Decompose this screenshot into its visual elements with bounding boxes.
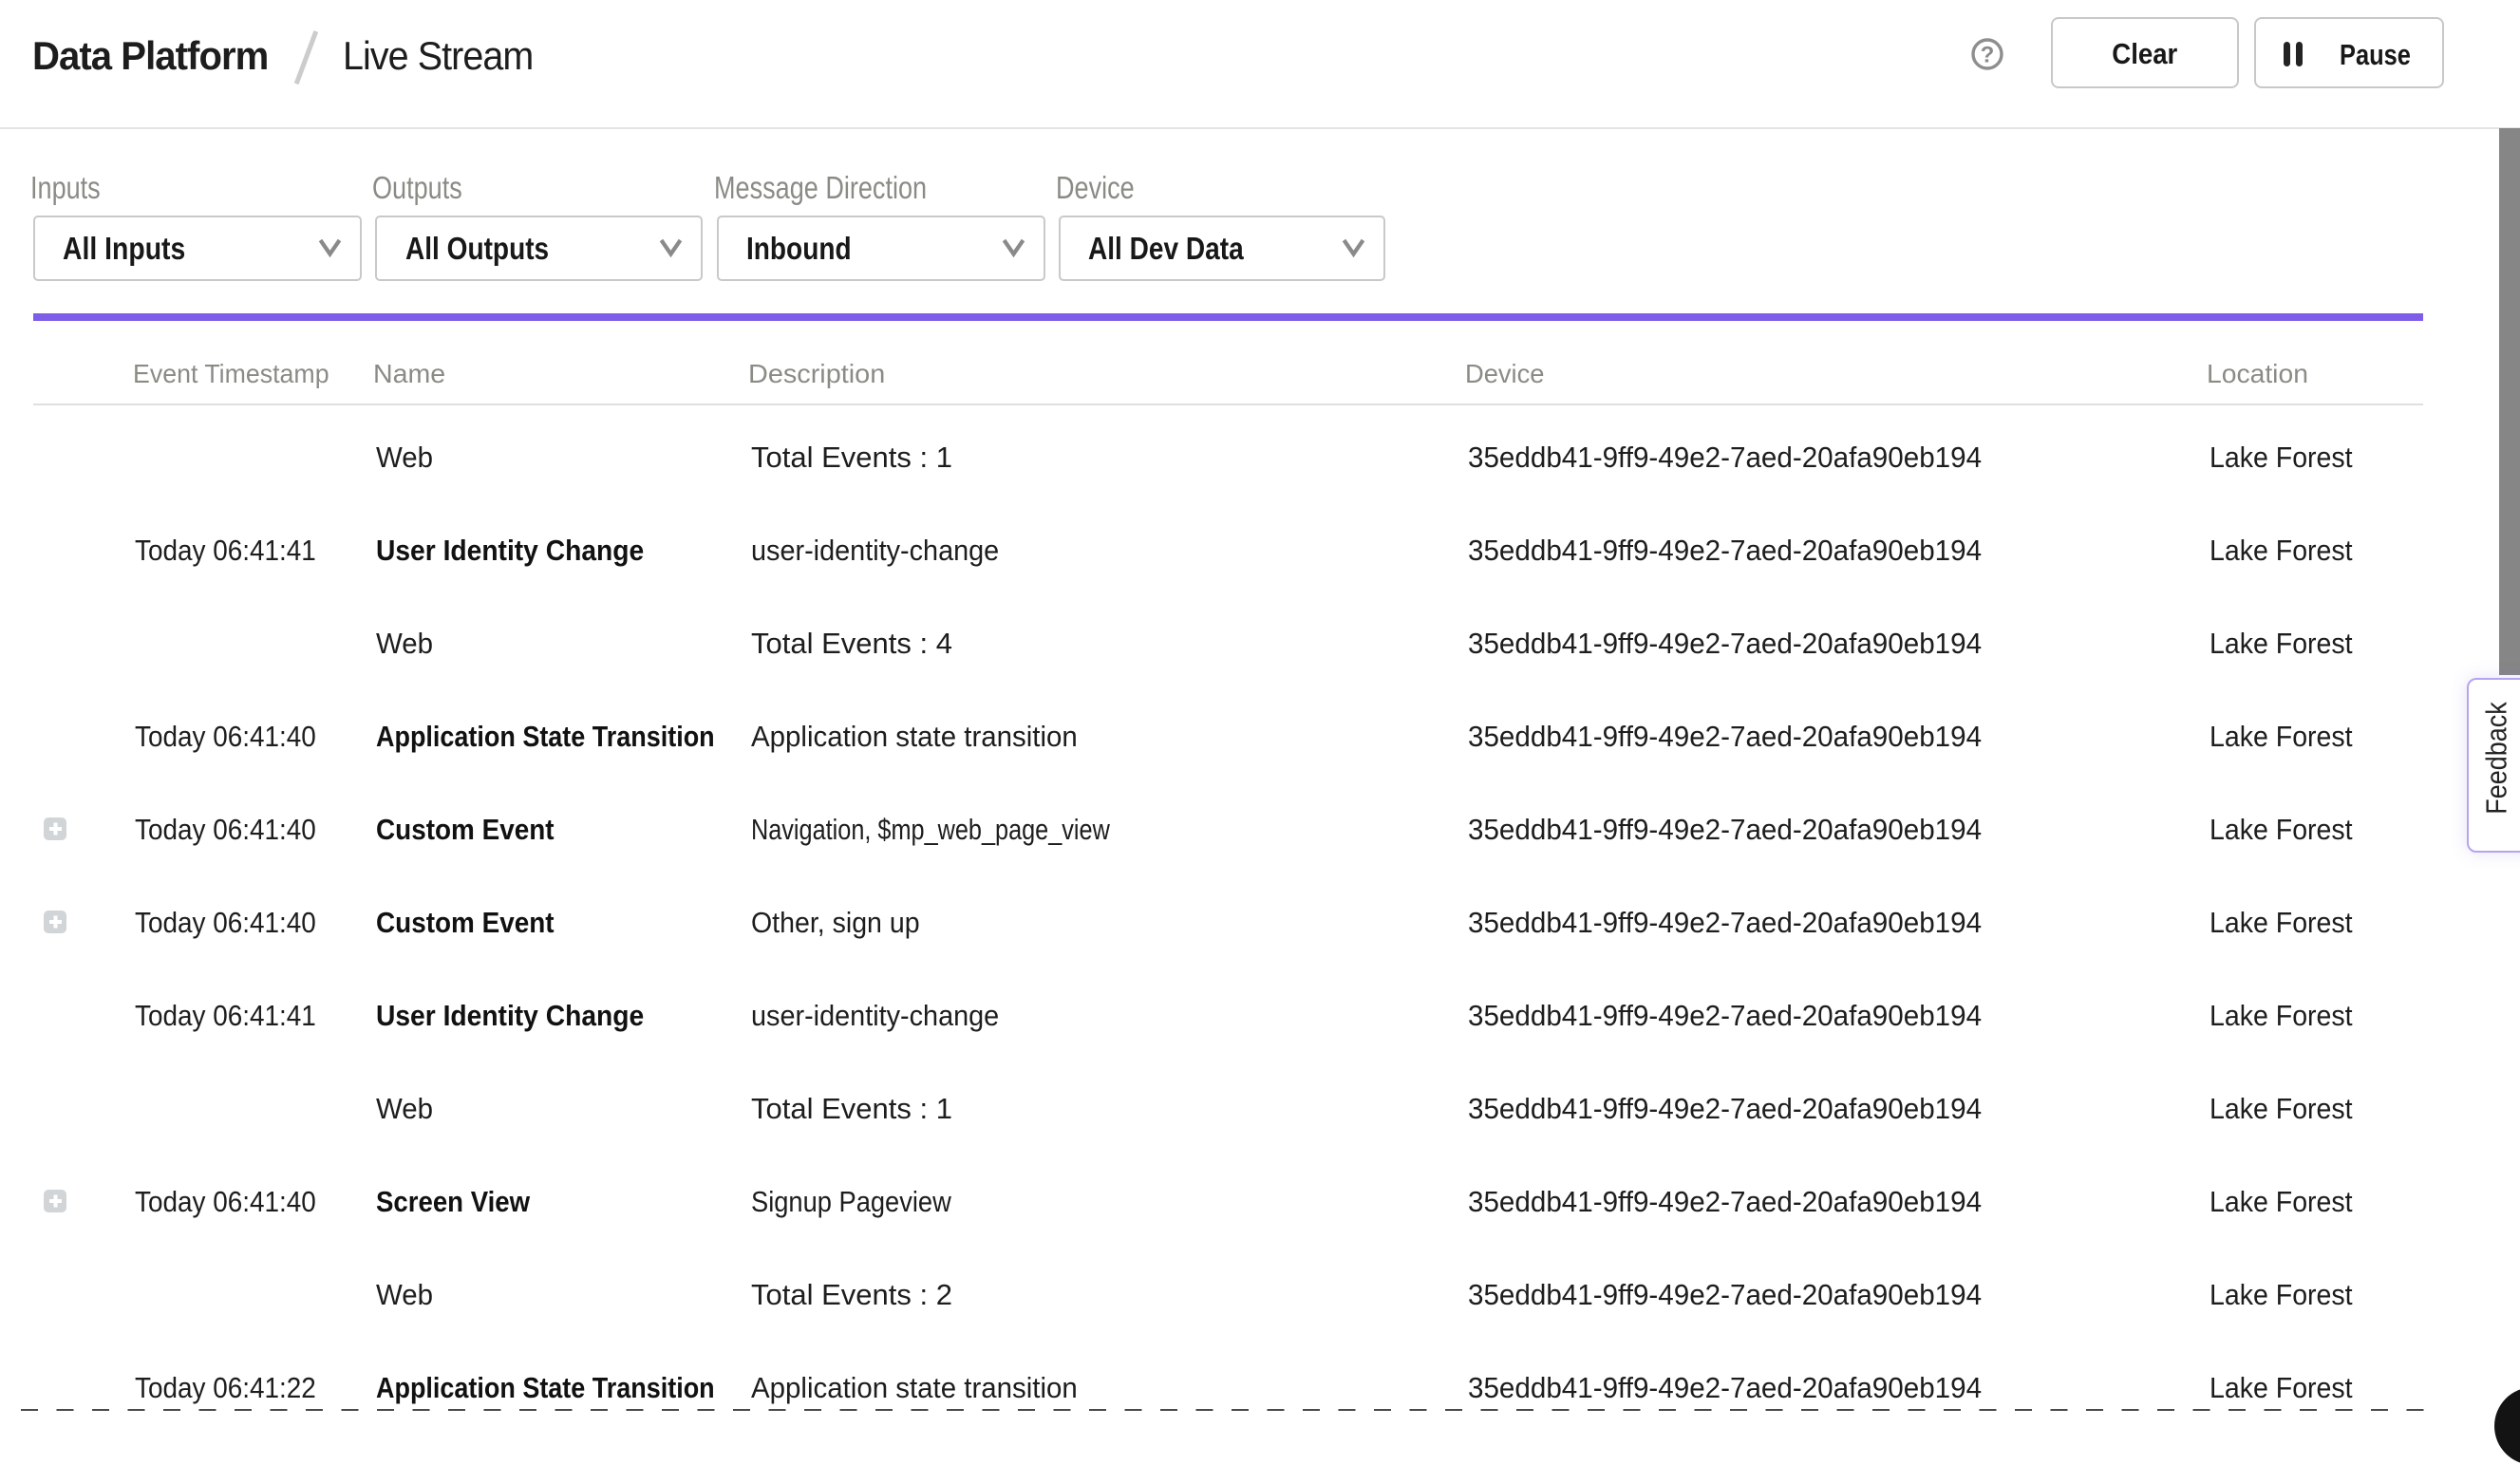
svg-text:?: ? bbox=[1981, 43, 1995, 68]
